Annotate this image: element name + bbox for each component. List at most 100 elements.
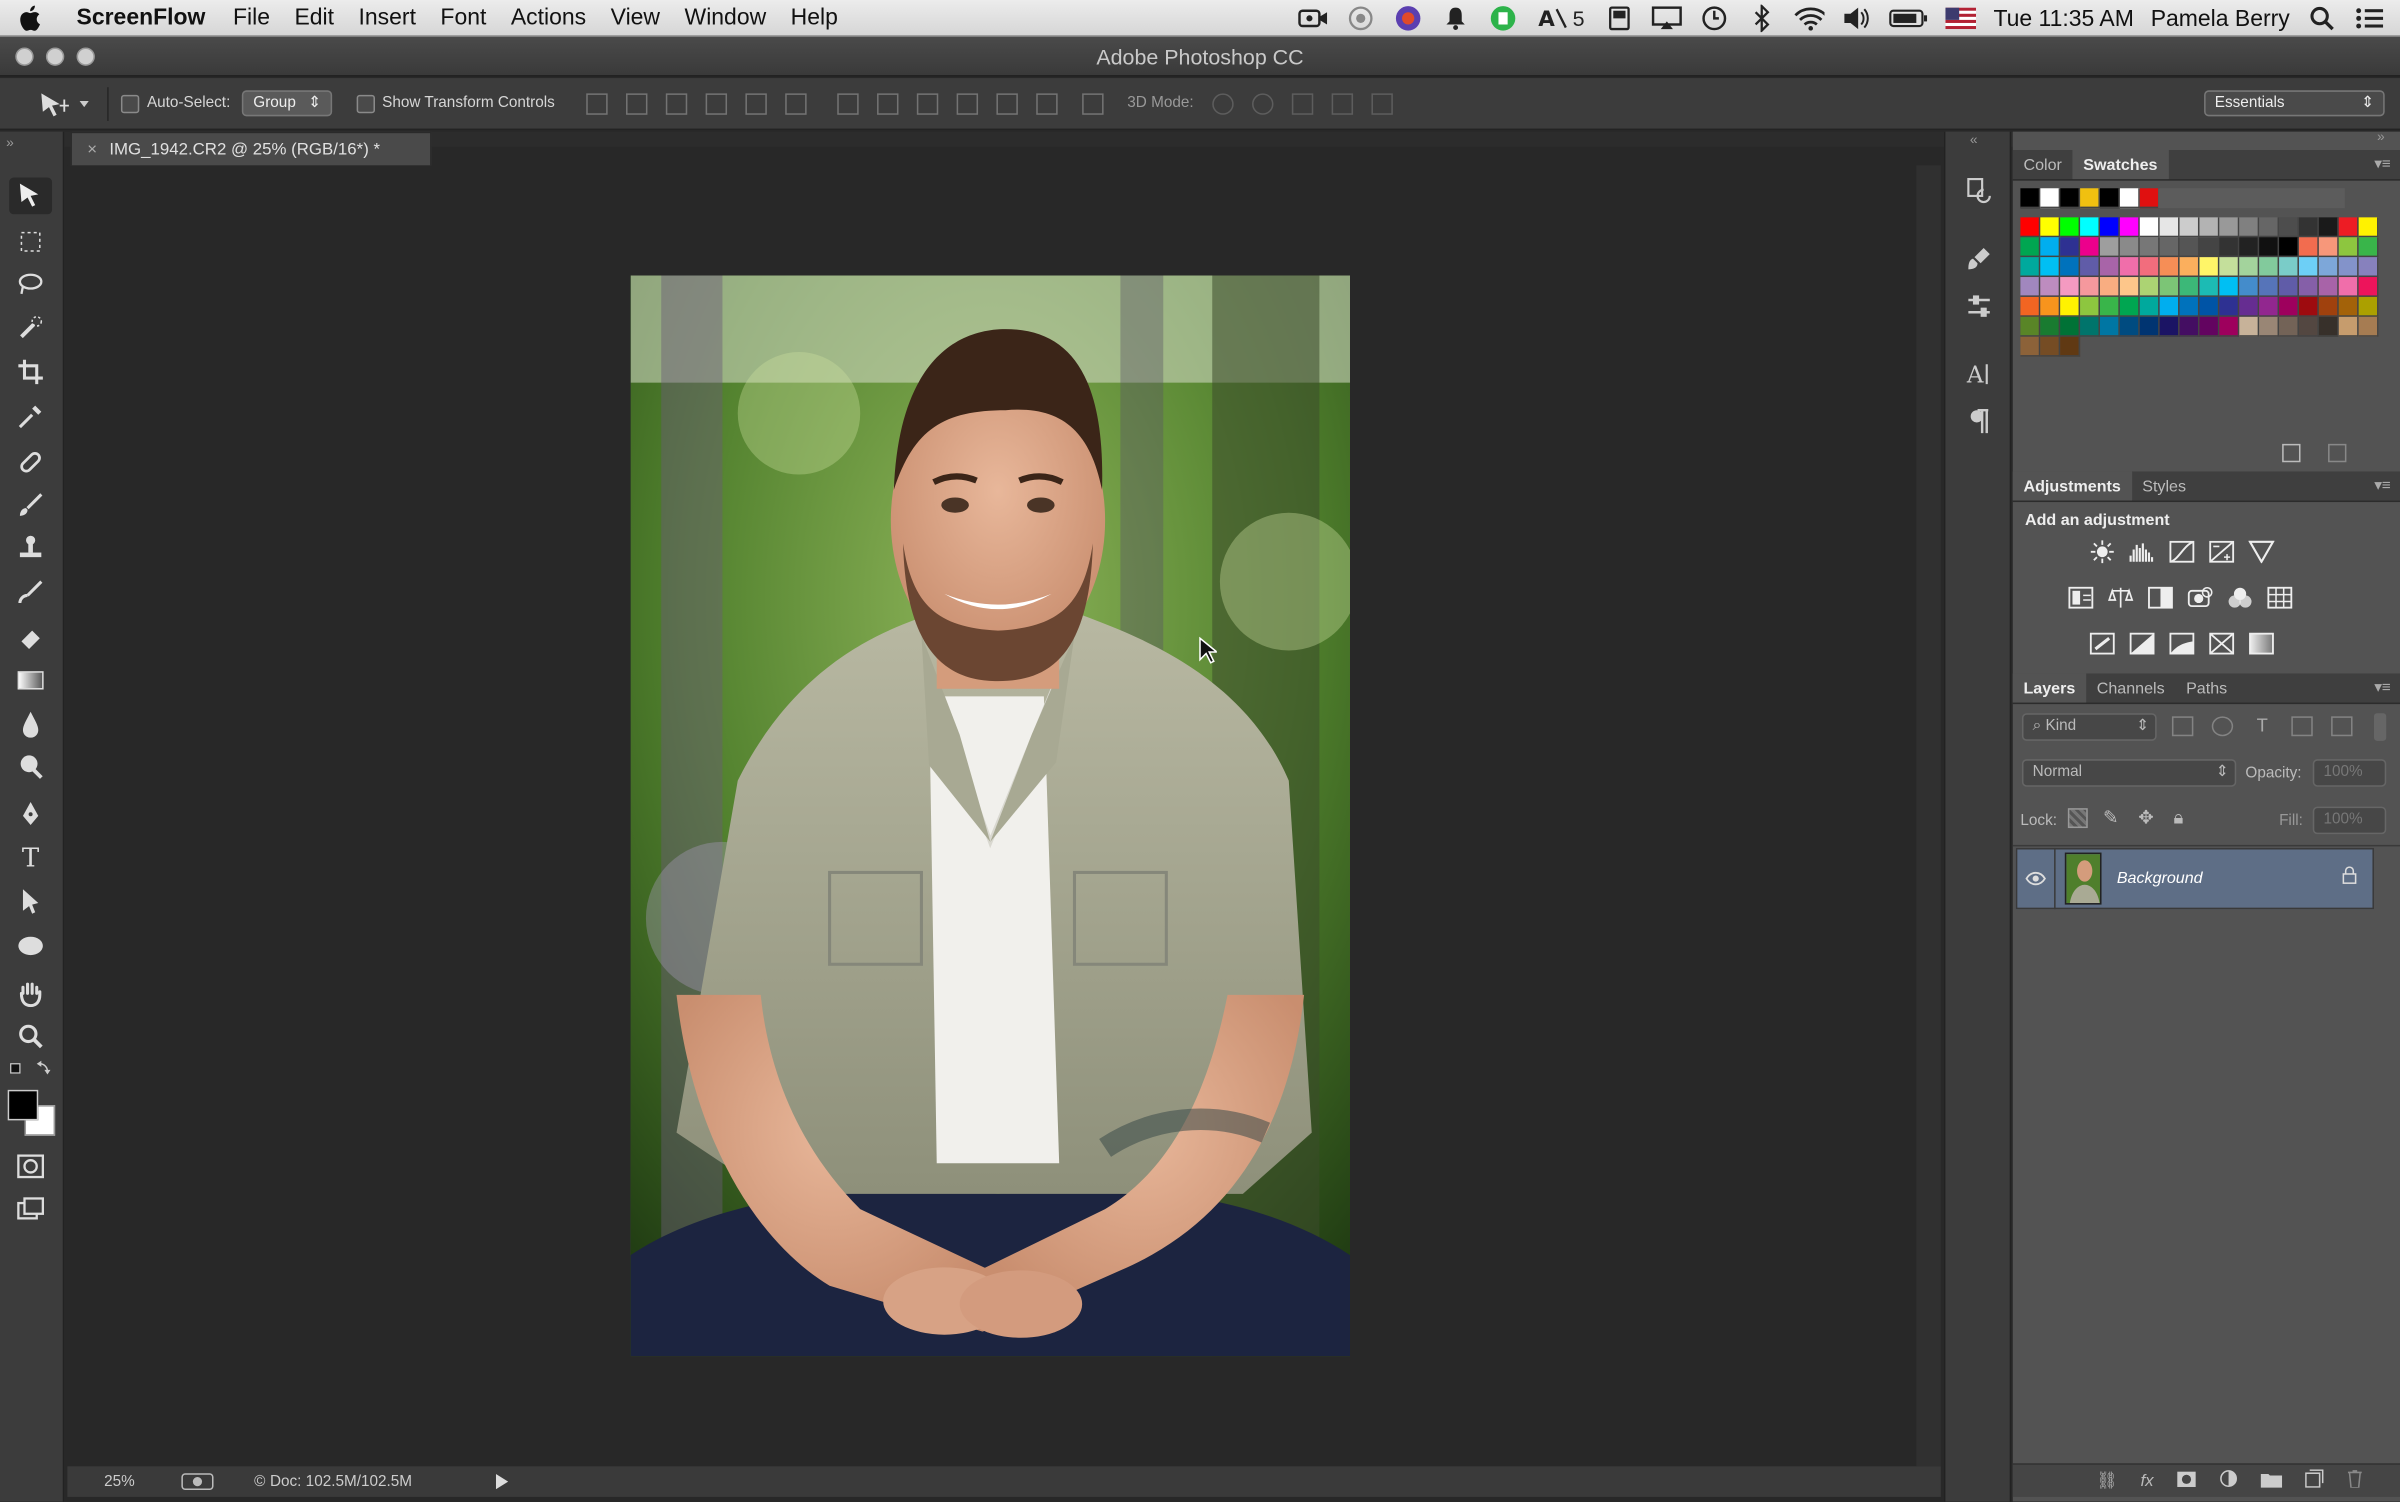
color-swatch[interactable] [2279,277,2299,297]
align-bottom-edges-icon[interactable] [665,92,687,115]
color-swatch[interactable] [2279,257,2299,278]
filter-shape-icon[interactable] [2291,716,2313,737]
status-menu-arrow-icon[interactable] [496,1473,509,1490]
color-swatch[interactable] [2179,217,2200,238]
color-swatch[interactable] [2139,257,2160,278]
creative-cloud-icon[interactable] [1393,5,1424,33]
align-left-edges-icon[interactable] [704,92,727,115]
move-tool-icon[interactable] [9,177,53,215]
layer-style-fx-icon[interactable]: fx [2140,1472,2153,1490]
align-vertical-centers-icon[interactable] [625,92,647,115]
color-swatch[interactable] [2060,296,2081,317]
color-swatch[interactable] [2239,316,2260,337]
color-swatch[interactable] [2099,277,2120,297]
color-swatch[interactable] [2199,277,2220,297]
tab-layers[interactable]: Layers [2012,673,2087,703]
path-selection-tool-icon[interactable] [9,883,52,920]
invert-icon[interactable] [2089,632,2115,655]
color-swatch[interactable] [2259,316,2280,337]
color-swatch[interactable] [2338,296,2359,317]
recent-color-swatch[interactable] [2020,188,2041,209]
apple-menu-icon[interactable] [0,4,58,32]
new-swatch-icon[interactable] [2282,443,2301,463]
new-adjustment-layer-icon[interactable] [2219,1469,2237,1492]
vertical-scrollbar[interactable] [1916,165,1941,1467]
photo-filter-icon[interactable] [2187,586,2213,609]
brush-tool-icon[interactable] [9,487,52,524]
color-swatch[interactable] [2159,277,2180,297]
color-swatch[interactable] [2080,277,2100,297]
crop-tool-icon[interactable] [9,354,52,391]
color-swatch[interactable] [2119,316,2140,337]
color-swatch[interactable] [2298,296,2319,317]
color-swatch[interactable] [2040,296,2061,317]
color-swatch[interactable] [2298,316,2319,337]
window-zoom-button[interactable] [76,47,95,66]
color-swatch[interactable] [2040,277,2061,297]
app-menu-screenflow[interactable]: ScreenFlow [58,5,221,31]
font-badge-icon[interactable]: A5 [1536,5,1588,33]
color-swatch[interactable] [2060,336,2081,357]
color-swatch[interactable] [2159,296,2180,317]
collapse-arrows-icon[interactable]: » [6,135,14,150]
color-swatch[interactable] [2358,217,2379,238]
color-swatch[interactable] [2199,257,2220,278]
color-swatch[interactable] [2199,217,2220,238]
color-swatch[interactable] [2080,316,2100,337]
color-swatch[interactable] [2318,316,2339,337]
color-swatch[interactable] [2279,296,2299,317]
drive-icon[interactable] [1605,5,1636,33]
notification-bell-icon[interactable] [1441,5,1472,33]
notification-center-icon[interactable] [2354,5,2385,33]
color-swatch[interactable] [2338,316,2359,337]
zoom-level[interactable]: 25% [104,1473,165,1490]
auto-select-dropdown[interactable]: Group ⇕ [242,90,332,117]
eraser-tool-icon[interactable] [9,618,52,655]
color-swatch[interactable] [2259,296,2280,317]
distribute-right-icon[interactable] [1035,92,1057,115]
menu-view[interactable]: View [598,5,672,31]
curves-icon[interactable] [2169,540,2195,563]
color-swatch[interactable] [2139,237,2160,258]
color-swatch[interactable] [2239,237,2260,258]
evernote-icon[interactable] [1488,5,1519,33]
vibrance-icon[interactable] [2248,540,2275,564]
lock-position-icon[interactable]: ✥ [2138,807,2158,828]
color-swatch[interactable] [2358,277,2379,297]
color-swatch[interactable] [2040,336,2061,357]
panel-menu-icon[interactable]: ▾≡ [2374,150,2400,179]
document-photo-portrait[interactable] [630,275,1350,1357]
channel-mixer-icon[interactable] [2227,586,2253,609]
filter-adjustment-icon[interactable] [2211,716,2234,737]
3d-roll-icon[interactable] [1251,92,1274,115]
recent-color-swatch[interactable] [2139,188,2160,209]
color-swatch[interactable] [2279,217,2299,238]
threshold-icon[interactable] [2169,632,2195,655]
tab-styles[interactable]: Styles [2132,471,2197,500]
exposure-icon[interactable] [2209,540,2235,563]
color-swatch[interactable] [2020,217,2041,238]
dodge-tool-icon[interactable] [9,748,52,785]
3d-slide-icon[interactable] [1331,92,1353,115]
color-swatch[interactable] [2119,257,2140,278]
color-swatch[interactable] [2219,296,2240,317]
recent-color-swatch[interactable] [2099,188,2120,209]
color-swatch[interactable] [2060,277,2081,297]
color-swatch[interactable] [2259,257,2280,278]
3d-scale-icon[interactable] [1371,92,1393,115]
color-swatch[interactable] [2099,296,2120,317]
menu-file[interactable]: File [221,5,282,31]
color-swatch[interactable] [2338,277,2359,297]
color-swatch[interactable] [2219,237,2240,258]
new-layer-icon[interactable] [2305,1469,2324,1492]
color-swatch[interactable] [2159,257,2180,278]
recent-color-swatch[interactable] [2060,188,2081,209]
fill-field[interactable]: 100% [2312,806,2387,835]
color-swatch[interactable] [2080,296,2100,317]
blur-tool-icon[interactable] [9,706,52,743]
recent-color-swatch[interactable] [2080,188,2100,209]
color-swatch[interactable] [2259,237,2280,258]
color-swatch[interactable] [2139,296,2160,317]
auto-select-checkbox[interactable] [120,94,140,113]
menu-edit[interactable]: Edit [282,5,346,31]
